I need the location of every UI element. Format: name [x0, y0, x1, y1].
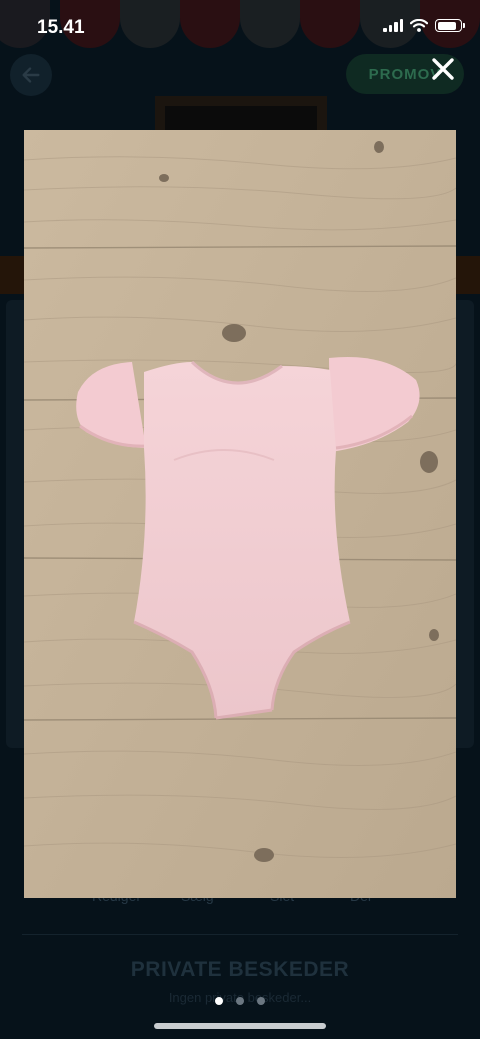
- close-icon: [432, 58, 454, 80]
- page-indicator[interactable]: [0, 997, 480, 1005]
- home-indicator[interactable]: [154, 1023, 326, 1029]
- battery-level: [437, 21, 456, 30]
- wifi-icon: [410, 19, 428, 32]
- page-dot[interactable]: [236, 997, 244, 1005]
- cellular-signal-icon: [383, 19, 403, 32]
- page-dot[interactable]: [215, 997, 223, 1005]
- close-button[interactable]: [424, 50, 462, 88]
- divider: [22, 934, 458, 935]
- status-bar: 15.41: [0, 0, 480, 56]
- arrow-left-icon: [22, 67, 40, 83]
- listing-photo[interactable]: [24, 130, 456, 898]
- leotard-photo-image: [24, 130, 456, 898]
- back-button: [10, 54, 52, 96]
- private-messages-title: PRIVATE BESKEDER: [130, 958, 350, 981]
- battery-icon: [435, 19, 465, 32]
- status-time: 15.41: [37, 17, 85, 38]
- page-dot[interactable]: [257, 997, 265, 1005]
- status-icons: [383, 19, 465, 32]
